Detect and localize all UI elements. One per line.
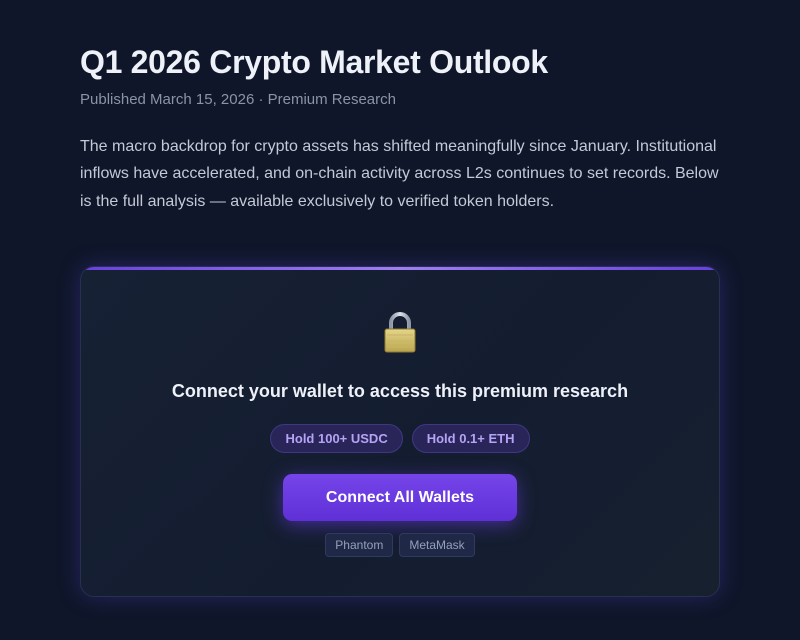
wallet-option-phantom[interactable]: Phantom — [325, 533, 394, 557]
lock-icon — [81, 311, 719, 353]
requirement-badge-usdc: Hold 100+ USDC — [270, 424, 403, 453]
wallet-options: Phantom MetaMask — [81, 533, 719, 557]
paywall-card: Connect your wallet to access this premi… — [80, 266, 720, 597]
article-meta: Published March 15, 2026 · Premium Resea… — [80, 91, 396, 108]
connect-wallets-button[interactable]: Connect All Wallets — [283, 474, 517, 521]
requirement-badges: Hold 100+ USDC Hold 0.1+ ETH — [81, 424, 719, 453]
page-title: Q1 2026 Crypto Market Outlook — [80, 44, 548, 80]
card-accent-bar — [81, 267, 719, 270]
paywall-heading: Connect your wallet to access this premi… — [171, 381, 629, 401]
article-page: Q1 2026 Crypto Market Outlook Published … — [0, 0, 800, 640]
wallet-option-metamask[interactable]: MetaMask — [399, 533, 475, 557]
requirement-badge-eth: Hold 0.1+ ETH — [411, 424, 530, 453]
article-intro: The macro backdrop for crypto assets has… — [80, 138, 719, 210]
